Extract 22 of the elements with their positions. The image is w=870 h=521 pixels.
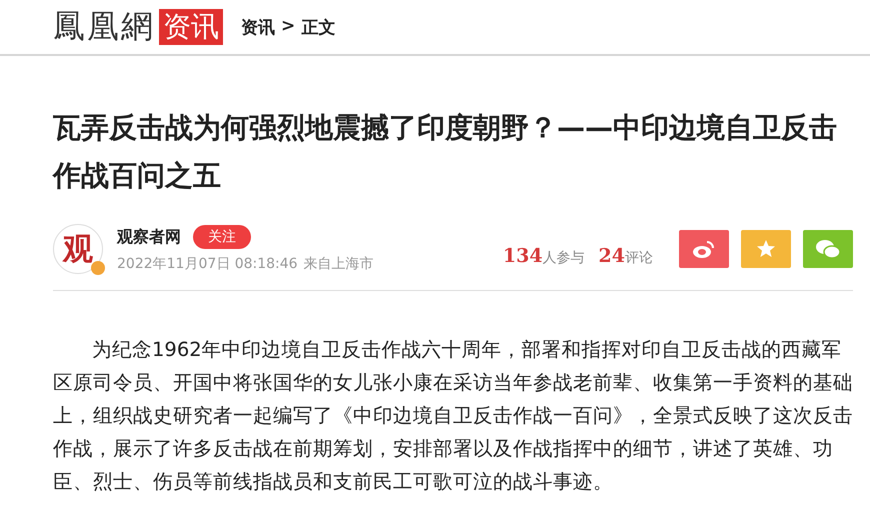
stat-label: 人参与 [542, 250, 585, 266]
article-title: 瓦弄反击战为何强烈地震撼了印度朝野？——中印边境自卫反击作战百问之五 [53, 110, 838, 194]
eye-swirl-icon [692, 239, 716, 259]
site-logo[interactable]: 鳳凰網 [53, 5, 155, 49]
share-button[interactable] [803, 230, 853, 268]
author-name[interactable]: 观察者网 [117, 226, 181, 248]
follow-button[interactable]: 关注 [193, 225, 251, 249]
stat-count: 24 [598, 245, 625, 267]
author-avatar[interactable]: 观 [53, 224, 103, 274]
source-location: 来自上海市 [304, 255, 374, 273]
publish-time: 2022年11月07日 08:18:46 [117, 255, 298, 273]
breadcrumb-link[interactable]: 资讯 [241, 16, 275, 38]
share-button[interactable] [679, 230, 729, 268]
breadcrumb-link[interactable]: 正文 [301, 16, 336, 38]
breadcrumb-separator: > [281, 16, 296, 38]
channel-logo[interactable]: 资讯 [159, 9, 223, 45]
stat-label: 评论 [625, 250, 653, 266]
chat-bubbles-icon [815, 238, 841, 260]
share-button[interactable] [741, 230, 791, 268]
star-icon [756, 239, 776, 259]
article-paragraph: 为纪念1962年中印边境自卫反击作战六十周年，部署和指挥对印自卫反击战的西藏军区原司令员、开国中将张国华的女儿张小康在采访当年参战老前辈、收集第一手资料的基础上，组织战史研究者一起编写了《中印边境自卫反击作战一百问》，全景式反映了这次反击作战，展示了许多反击战在前期筹划，安排部署以及作战指挥中的细节，讲述了英雄、功臣、烈士、伤员等前线指战员和支前民工可歌可泣的战斗事迹。 [53, 337, 853, 495]
stat-count: 134 [502, 245, 543, 267]
